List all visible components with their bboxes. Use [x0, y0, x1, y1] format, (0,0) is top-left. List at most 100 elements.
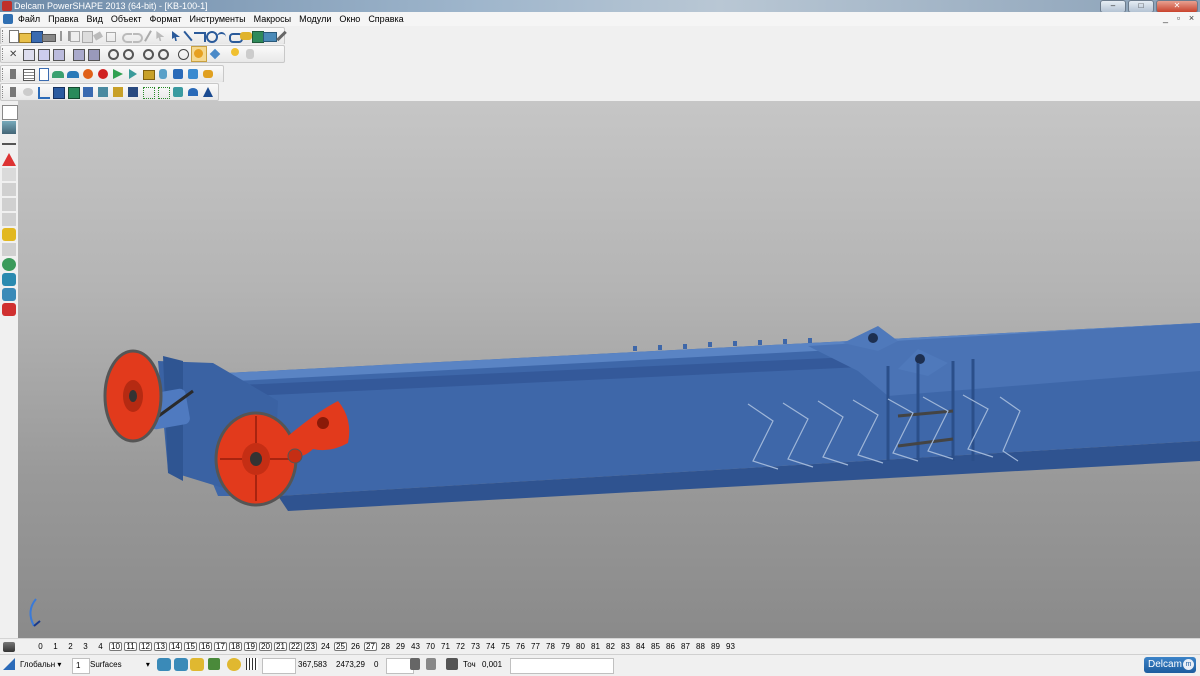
level-button-21[interactable]: 21 — [273, 642, 288, 651]
level-button-1[interactable]: 1 — [48, 642, 63, 651]
workplane-select[interactable]: Глобальн ▾ — [20, 658, 61, 672]
document-new-icon[interactable] — [36, 67, 50, 81]
shaded-icon[interactable] — [191, 46, 207, 62]
dimension-2-icon[interactable] — [2, 198, 16, 211]
level-icon[interactable] — [6, 67, 20, 81]
tolerance-icon[interactable] — [446, 658, 458, 670]
line-mode-icon[interactable] — [2, 143, 16, 145]
menu-item-4[interactable]: Формат — [150, 12, 182, 26]
lock-icon[interactable] — [208, 658, 220, 670]
levels-icon[interactable] — [3, 642, 15, 652]
paste-icon[interactable] — [80, 29, 93, 43]
wizard-icon[interactable] — [201, 67, 215, 81]
shaded-wire-icon[interactable] — [208, 47, 222, 61]
level-button-89[interactable]: 89 — [708, 642, 723, 651]
level-button-10[interactable]: 10 — [108, 642, 123, 651]
save-icon[interactable] — [29, 29, 44, 43]
menu-item-6[interactable]: Макросы — [254, 12, 292, 26]
grid-dots-icon[interactable] — [156, 85, 170, 99]
hand-pan-icon[interactable] — [243, 47, 257, 61]
circle-icon[interactable] — [204, 29, 218, 43]
section-icon[interactable] — [201, 85, 215, 99]
document-minimize-button[interactable]: _ — [1161, 13, 1170, 24]
arc-icon[interactable] — [2, 168, 16, 181]
level-button-72[interactable]: 72 — [453, 642, 468, 651]
menu-item-9[interactable]: Справка — [368, 12, 403, 26]
level-button-27[interactable]: 27 — [363, 642, 378, 651]
level-button-12[interactable]: 12 — [138, 642, 153, 651]
graphics-viewport[interactable] — [18, 101, 1200, 638]
surface-drop-icon[interactable] — [186, 85, 200, 99]
document-icon[interactable] — [3, 14, 13, 24]
sphere-orange-icon[interactable] — [81, 67, 95, 81]
cylinder-icon[interactable] — [156, 67, 170, 81]
pointer-icon[interactable] — [2, 105, 18, 120]
level-button-78[interactable]: 78 — [543, 642, 558, 651]
level-icon-2[interactable] — [6, 85, 20, 99]
level-button-26[interactable]: 26 — [348, 642, 363, 651]
level-button-25[interactable]: 25 — [333, 642, 348, 651]
mesh-icon[interactable] — [2, 288, 16, 301]
level-button-28[interactable]: 28 — [378, 642, 393, 651]
close-toolbar-icon[interactable]: ✕ — [6, 47, 20, 61]
table-icon[interactable] — [21, 67, 35, 81]
link-icon[interactable] — [227, 29, 244, 43]
sphere-red-icon[interactable] — [96, 67, 110, 81]
level-button-73[interactable]: 73 — [468, 642, 483, 651]
level-button-16[interactable]: 16 — [198, 642, 213, 651]
zoom-all-icon[interactable] — [156, 47, 170, 61]
cube-green-icon[interactable] — [66, 85, 80, 99]
lightbulb-icon[interactable] — [228, 47, 242, 61]
level-button-76[interactable]: 76 — [513, 642, 528, 651]
level-button-20[interactable]: 20 — [258, 642, 273, 651]
menu-item-0[interactable]: Файл — [18, 12, 40, 26]
level-button-84[interactable]: 84 — [633, 642, 648, 651]
wireframe-mode-icon[interactable] — [2, 121, 16, 134]
level-button-29[interactable]: 29 — [393, 642, 408, 651]
level-button-43[interactable]: 43 — [408, 642, 423, 651]
level-button-13[interactable]: 13 — [153, 642, 168, 651]
level-button-22[interactable]: 22 — [288, 642, 303, 651]
new-file-icon[interactable] — [6, 29, 19, 43]
level-button-79[interactable]: 79 — [558, 642, 573, 651]
menu-item-5[interactable]: Инструменты — [189, 12, 245, 26]
cube-teal-icon[interactable] — [96, 85, 110, 99]
drawing-icon[interactable] — [142, 29, 153, 43]
box-icon[interactable] — [141, 67, 155, 81]
electrode-icon[interactable] — [2, 303, 16, 316]
level-button-71[interactable]: 71 — [438, 642, 453, 651]
level-button-87[interactable]: 87 — [678, 642, 693, 651]
surface-tool-icon[interactable] — [2, 228, 16, 241]
solid-tool-icon[interactable] — [2, 243, 16, 256]
polyline-icon[interactable] — [192, 29, 207, 43]
level-button-19[interactable]: 19 — [243, 642, 258, 651]
level-button-80[interactable]: 80 — [573, 642, 588, 651]
view-top-icon[interactable] — [36, 47, 50, 61]
cut-icon[interactable] — [56, 29, 71, 43]
cone-icon[interactable] — [111, 67, 125, 81]
level-button-77[interactable]: 77 — [528, 642, 543, 651]
menu-item-3[interactable]: Объект — [111, 12, 142, 26]
assembly-tool-icon[interactable] — [2, 273, 16, 286]
print-icon[interactable] — [41, 29, 56, 43]
curve-icon[interactable] — [215, 29, 227, 43]
level-button-70[interactable]: 70 — [423, 642, 438, 651]
level-button-11[interactable]: 11 — [123, 642, 138, 651]
view-cube-icon[interactable] — [71, 47, 85, 61]
level-button-17[interactable]: 17 — [213, 642, 228, 651]
level-button-0[interactable]: 0 — [33, 642, 48, 651]
help-pointer-icon[interactable] — [153, 29, 165, 43]
text-icon[interactable] — [2, 213, 16, 226]
select-arrow-icon[interactable] — [169, 29, 181, 43]
undo-icon[interactable] — [119, 29, 132, 43]
general-edit-field[interactable]: 1 — [72, 658, 90, 674]
zoom-in-icon[interactable] — [106, 47, 120, 61]
redo-icon[interactable] — [130, 29, 144, 43]
zoom-out-icon[interactable] — [121, 47, 135, 61]
level-button-85[interactable]: 85 — [648, 642, 663, 651]
object-type-select[interactable]: Surfaces ▾ — [90, 658, 150, 672]
calculator-icon[interactable] — [426, 658, 436, 670]
level-button-86[interactable]: 86 — [663, 642, 678, 651]
view-rotate-icon[interactable] — [86, 47, 100, 61]
view-front-icon[interactable] — [51, 47, 65, 61]
